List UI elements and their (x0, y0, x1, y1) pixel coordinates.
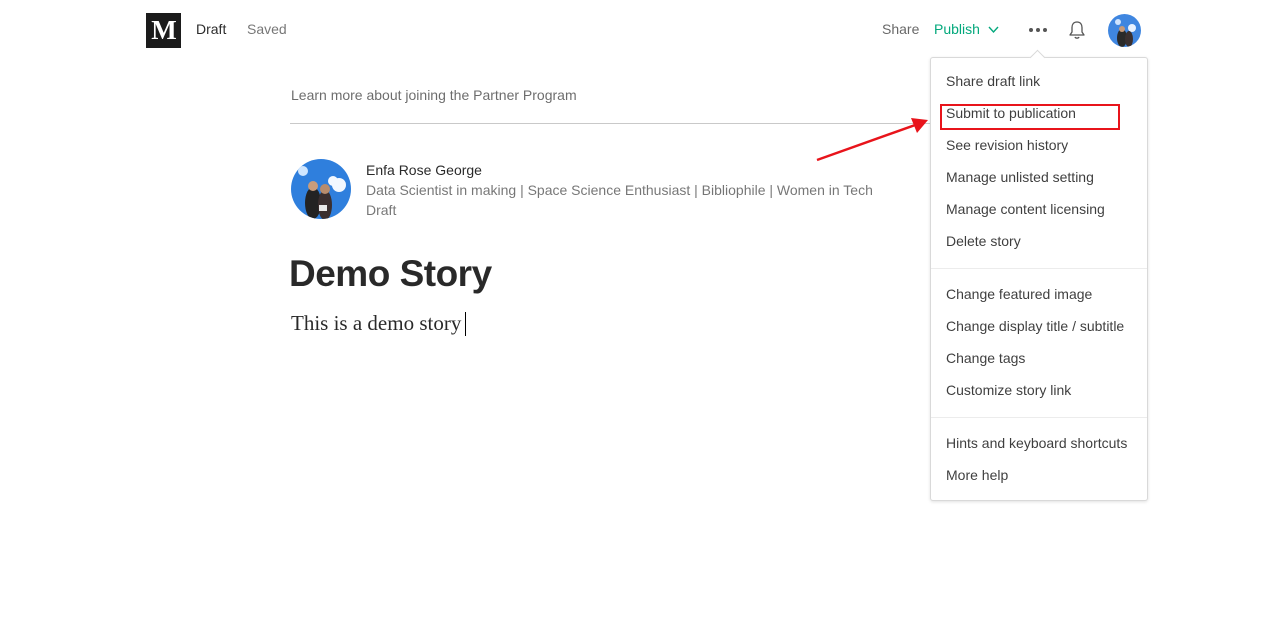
menu-item-share-draft-link[interactable]: Share draft link (946, 73, 1040, 89)
menu-item-delete-story[interactable]: Delete story (946, 233, 1021, 249)
menu-item-hints-shortcuts[interactable]: Hints and keyboard shortcuts (946, 435, 1127, 451)
story-title[interactable]: Demo Story (289, 253, 492, 295)
author-avatar[interactable] (291, 159, 351, 219)
draft-label: Draft (196, 21, 227, 37)
share-button[interactable]: Share (882, 21, 919, 37)
publish-label: Publish (934, 21, 980, 37)
text-caret (465, 311, 467, 336)
user-avatar[interactable] (1108, 14, 1141, 47)
menu-item-change-display-title[interactable]: Change display title / subtitle (946, 318, 1124, 334)
menu-item-change-featured-image[interactable]: Change featured image (946, 286, 1092, 302)
saved-status: Saved (247, 21, 287, 37)
publish-button[interactable]: Publish (934, 21, 999, 37)
menu-divider (931, 268, 1147, 269)
menu-item-see-revision-history[interactable]: See revision history (946, 137, 1068, 153)
menu-item-manage-unlisted-setting[interactable]: Manage unlisted setting (946, 169, 1094, 185)
page: M Draft Saved Share Publish Learn more a… (0, 0, 1283, 619)
annotation-highlight-box (940, 104, 1120, 130)
story-status: Draft (366, 202, 397, 218)
story-body-editor[interactable]: This is a demo story (291, 311, 467, 336)
more-dots-icon (1029, 28, 1047, 32)
menu-item-more-help[interactable]: More help (946, 467, 1008, 483)
menu-item-customize-story-link[interactable]: Customize story link (946, 382, 1071, 398)
chevron-down-icon (988, 26, 999, 33)
story-body-text: This is a demo story (291, 311, 462, 335)
bell-icon[interactable] (1066, 19, 1088, 41)
menu-item-manage-content-licensing[interactable]: Manage content licensing (946, 201, 1105, 217)
more-options-button[interactable] (1026, 20, 1050, 40)
menu-item-change-tags[interactable]: Change tags (946, 350, 1025, 366)
author-bio: Data Scientist in making | Space Science… (366, 182, 873, 198)
annotation-arrow-icon (816, 118, 928, 162)
author-name[interactable]: Enfa Rose George (366, 162, 482, 178)
menu-divider (931, 417, 1147, 418)
medium-logo[interactable]: M (146, 13, 181, 48)
partner-program-link[interactable]: Learn more about joining the Partner Pro… (291, 87, 577, 103)
